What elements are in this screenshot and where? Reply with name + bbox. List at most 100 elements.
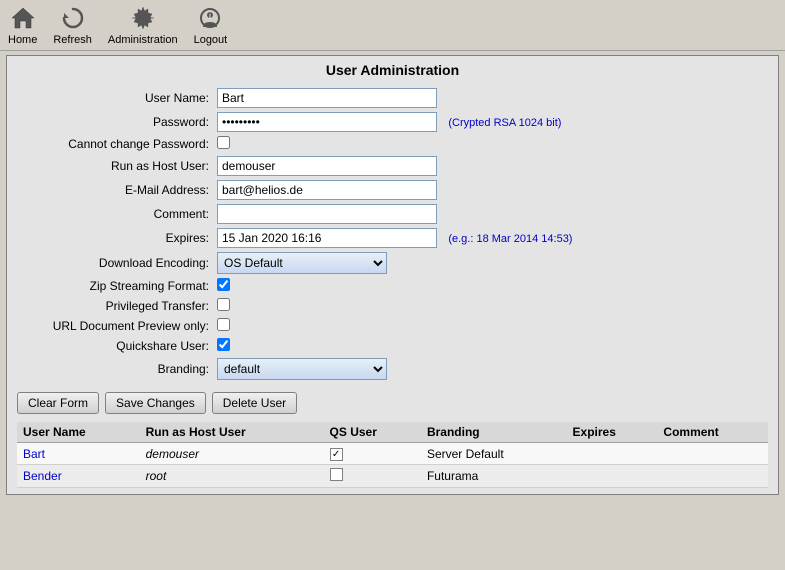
toolbar-administration[interactable]: Administration — [108, 4, 178, 46]
comment-row: Comment: — [17, 204, 768, 224]
col-header-expires: Expires — [567, 422, 658, 443]
email-control — [217, 180, 768, 200]
zip-streaming-checkbox[interactable] — [217, 278, 230, 291]
user-table: User Name Run as Host User QS User Brand… — [17, 422, 768, 488]
comment-label: Comment: — [17, 207, 217, 221]
col-header-comment: Comment — [657, 422, 768, 443]
cell-comment — [657, 465, 768, 488]
cell-branding: Futurama — [421, 465, 567, 488]
password-input[interactable] — [217, 112, 437, 132]
branding-select[interactable]: default Server Default Futurama — [217, 358, 387, 380]
cell-expires — [567, 465, 658, 488]
delete-user-button[interactable]: Delete User — [212, 392, 297, 414]
page-title: User Administration — [17, 62, 768, 78]
branding-row: Branding: default Server Default Futuram… — [17, 358, 768, 380]
username-control — [217, 88, 768, 108]
cannot-change-password-control — [217, 136, 768, 152]
branding-label: Branding: — [17, 362, 217, 376]
cell-expires — [567, 443, 658, 465]
download-encoding-control: OS Default UTF-8 ISO-8859-1 — [217, 252, 768, 274]
password-label: Password: — [17, 115, 217, 129]
expires-row: Expires: (e.g.: 18 Mar 2014 14:53) — [17, 228, 768, 248]
run-as-host-control — [217, 156, 768, 176]
cannot-change-password-row: Cannot change Password: — [17, 136, 768, 152]
toolbar-administration-label: Administration — [108, 34, 178, 46]
run-as-host-input[interactable] — [217, 156, 437, 176]
user-table-body: Bart demouser✓Server Default Bender root Fut… — [17, 443, 768, 488]
action-buttons: Clear Form Save Changes Delete User — [17, 384, 768, 422]
col-header-branding: Branding — [421, 422, 567, 443]
expires-label: Expires: — [17, 231, 217, 245]
quickshare-label: Quickshare User: — [17, 339, 217, 353]
save-changes-button[interactable]: Save Changes — [105, 392, 206, 414]
col-header-username: User Name — [17, 422, 140, 443]
branding-control: default Server Default Futurama — [217, 358, 768, 380]
url-doc-preview-control — [217, 318, 768, 334]
download-encoding-label: Download Encoding: — [17, 256, 217, 270]
toolbar-refresh[interactable]: Refresh — [53, 4, 92, 46]
download-encoding-select[interactable]: OS Default UTF-8 ISO-8859-1 — [217, 252, 387, 274]
comment-input[interactable] — [217, 204, 437, 224]
username-row: User Name: — [17, 88, 768, 108]
expires-input[interactable] — [217, 228, 437, 248]
toolbar-logout[interactable]: i Logout — [194, 4, 228, 46]
gear-icon — [129, 4, 157, 32]
download-encoding-row: Download Encoding: OS Default UTF-8 ISO-… — [17, 252, 768, 274]
password-control: (Crypted RSA 1024 bit) — [217, 112, 768, 132]
clear-form-button[interactable]: Clear Form — [17, 392, 99, 414]
quickshare-control — [217, 338, 768, 354]
table-row: Bart demouser✓Server Default — [17, 443, 768, 465]
privileged-transfer-control — [217, 298, 768, 314]
url-doc-preview-checkbox[interactable] — [217, 318, 230, 331]
cannot-change-password-label: Cannot change Password: — [17, 137, 217, 151]
privileged-transfer-row: Privileged Transfer: — [17, 298, 768, 314]
table-header-row: User Name Run as Host User QS User Brand… — [17, 422, 768, 443]
col-header-host-user: Run as Host User — [140, 422, 324, 443]
expires-hint: (e.g.: 18 Mar 2014 14:53) — [448, 233, 572, 245]
toolbar-logout-label: Logout — [194, 34, 228, 46]
cell-qs-user — [324, 465, 421, 488]
cell-username[interactable]: Bender — [17, 465, 140, 488]
cell-username[interactable]: Bart — [17, 443, 140, 465]
email-row: E-Mail Address: — [17, 180, 768, 200]
table-row: Bender root Futurama — [17, 465, 768, 488]
run-as-host-label: Run as Host User: — [17, 159, 217, 173]
user-link[interactable]: Bart — [23, 447, 45, 461]
privileged-transfer-checkbox[interactable] — [217, 298, 230, 311]
logout-icon: i — [196, 4, 224, 32]
user-link[interactable]: Bender — [23, 469, 62, 483]
email-label: E-Mail Address: — [17, 183, 217, 197]
zip-streaming-row: Zip Streaming Format: — [17, 278, 768, 294]
cell-branding: Server Default — [421, 443, 567, 465]
zip-streaming-control — [217, 278, 768, 294]
username-input[interactable] — [217, 88, 437, 108]
quickshare-checkbox[interactable] — [217, 338, 230, 351]
privileged-transfer-label: Privileged Transfer: — [17, 299, 217, 313]
col-header-qs-user: QS User — [324, 422, 421, 443]
password-hint: (Crypted RSA 1024 bit) — [448, 117, 561, 129]
cell-comment — [657, 443, 768, 465]
email-input[interactable] — [217, 180, 437, 200]
toolbar-home[interactable]: Home — [8, 4, 37, 46]
refresh-icon — [59, 4, 87, 32]
cell-host-user: root — [140, 465, 324, 488]
home-icon — [9, 4, 37, 32]
run-as-host-row: Run as Host User: — [17, 156, 768, 176]
password-row: Password: (Crypted RSA 1024 bit) — [17, 112, 768, 132]
url-doc-preview-label: URL Document Preview only: — [17, 319, 217, 333]
cell-host-user: demouser — [140, 443, 324, 465]
toolbar-refresh-label: Refresh — [53, 34, 92, 46]
username-label: User Name: — [17, 91, 217, 105]
url-doc-preview-row: URL Document Preview only: — [17, 318, 768, 334]
zip-streaming-label: Zip Streaming Format: — [17, 279, 217, 293]
toolbar: Home Refresh Administration — [0, 0, 785, 51]
cannot-change-password-checkbox[interactable] — [217, 136, 230, 149]
cell-qs-user: ✓ — [324, 443, 421, 465]
svg-text:i: i — [209, 11, 211, 21]
expires-control: (e.g.: 18 Mar 2014 14:53) — [217, 228, 768, 248]
toolbar-home-label: Home — [8, 34, 37, 46]
quickshare-row: Quickshare User: — [17, 338, 768, 354]
user-form: User Name: Password: (Crypted RSA 1024 b… — [17, 88, 768, 380]
comment-control — [217, 204, 768, 224]
content-area: User Administration User Name: Password:… — [6, 55, 779, 495]
